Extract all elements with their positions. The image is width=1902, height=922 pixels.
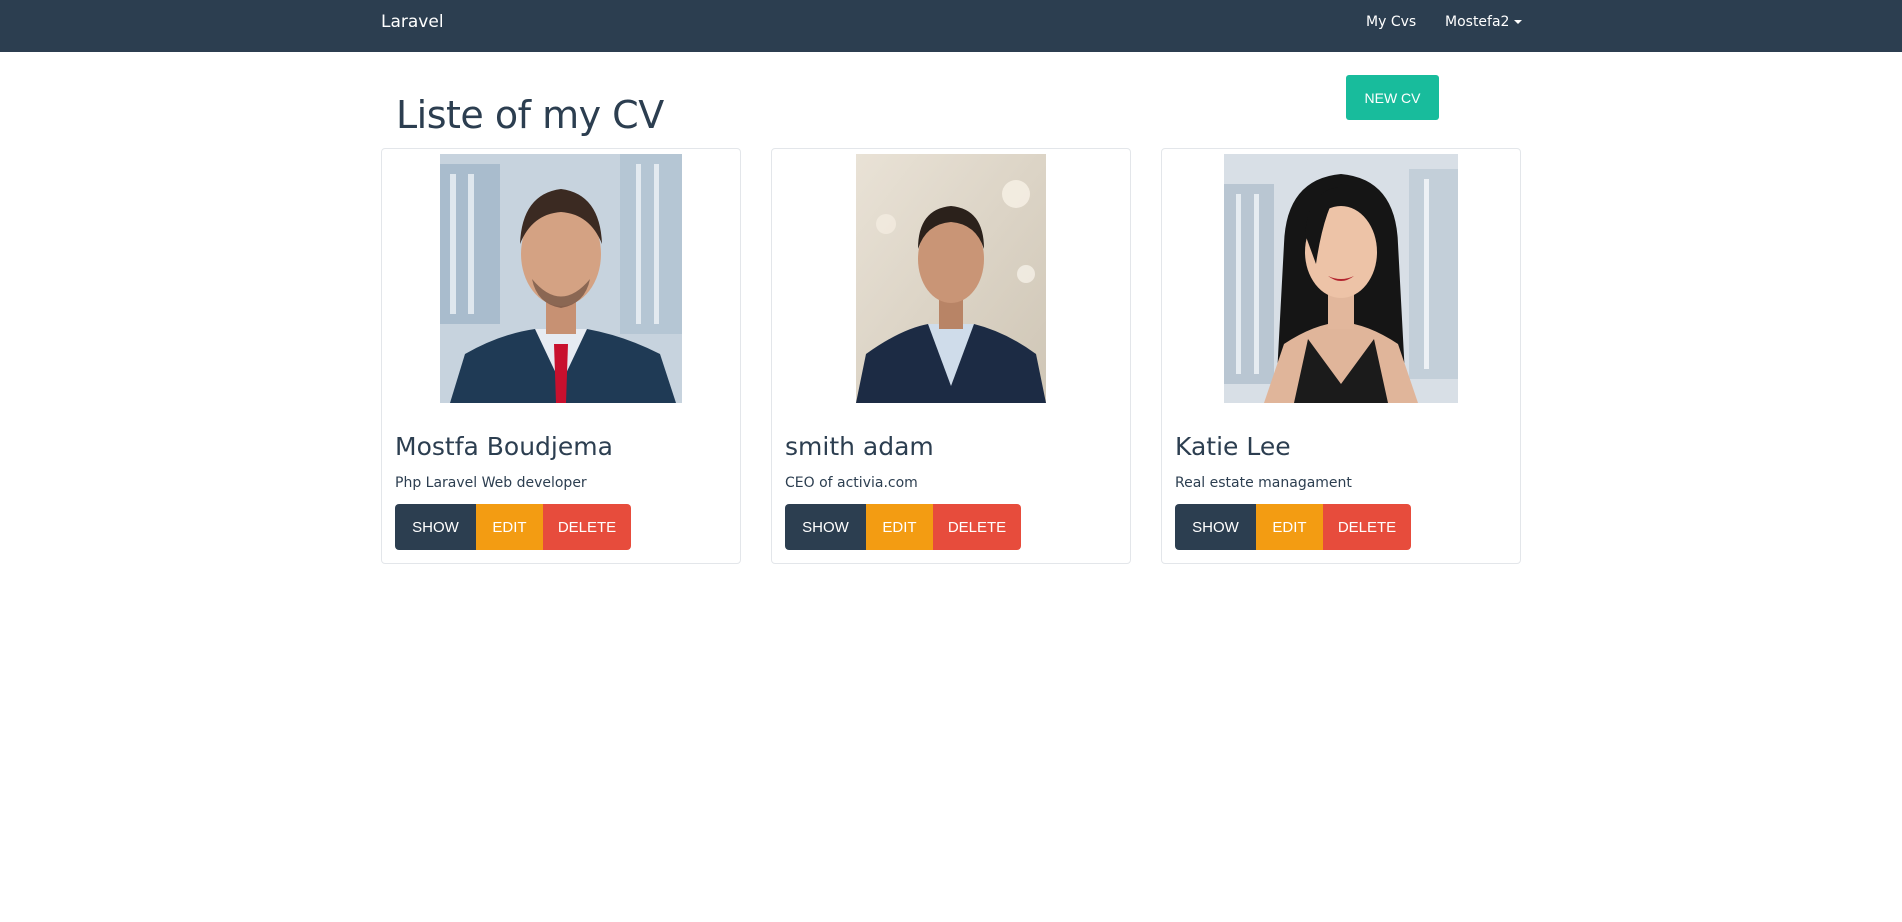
cv-actions: SHOW EDIT DELETE — [785, 504, 1021, 550]
cv-description: Php Laravel Web developer — [395, 475, 587, 491]
cv-actions: SHOW EDIT DELETE — [1175, 504, 1411, 550]
cv-card: Mostfa Boudjema Php Laravel Web develope… — [381, 148, 741, 564]
cv-card: Katie Lee Real estate managament SHOW ED… — [1161, 148, 1521, 564]
show-button[interactable]: SHOW — [1175, 504, 1256, 550]
show-button[interactable]: SHOW — [395, 504, 476, 550]
edit-button[interactable]: EDIT — [476, 504, 543, 550]
cv-name: smith adam — [785, 432, 934, 461]
page-title: Liste of my CV — [396, 93, 664, 137]
cv-photo — [856, 154, 1046, 403]
brand-link[interactable]: Laravel — [381, 12, 444, 32]
delete-button[interactable]: DELETE — [933, 504, 1021, 550]
caret-down-icon — [1514, 20, 1523, 24]
edit-button[interactable]: EDIT — [1256, 504, 1323, 550]
new-cv-button[interactable]: NEW CV — [1346, 75, 1439, 120]
cv-name: Katie Lee — [1175, 432, 1291, 461]
show-button[interactable]: SHOW — [785, 504, 866, 550]
nav-my-cvs[interactable]: My Cvs — [1366, 13, 1416, 31]
cv-photo — [1224, 154, 1458, 403]
user-menu-label: Mostefa2 — [1445, 14, 1510, 30]
cv-description: Real estate managament — [1175, 475, 1352, 491]
cv-actions: SHOW EDIT DELETE — [395, 504, 631, 550]
cv-photo — [440, 154, 682, 403]
delete-button[interactable]: DELETE — [543, 504, 631, 550]
user-menu-toggle[interactable]: Mostefa2 — [1445, 13, 1523, 31]
top-navbar: Laravel My Cvs Mostefa2 — [0, 0, 1902, 52]
cv-card: smith adam CEO of activia.com SHOW EDIT … — [771, 148, 1131, 564]
delete-button[interactable]: DELETE — [1323, 504, 1411, 550]
cv-description: CEO of activia.com — [785, 475, 918, 491]
cv-name: Mostfa Boudjema — [395, 432, 613, 461]
edit-button[interactable]: EDIT — [866, 504, 933, 550]
